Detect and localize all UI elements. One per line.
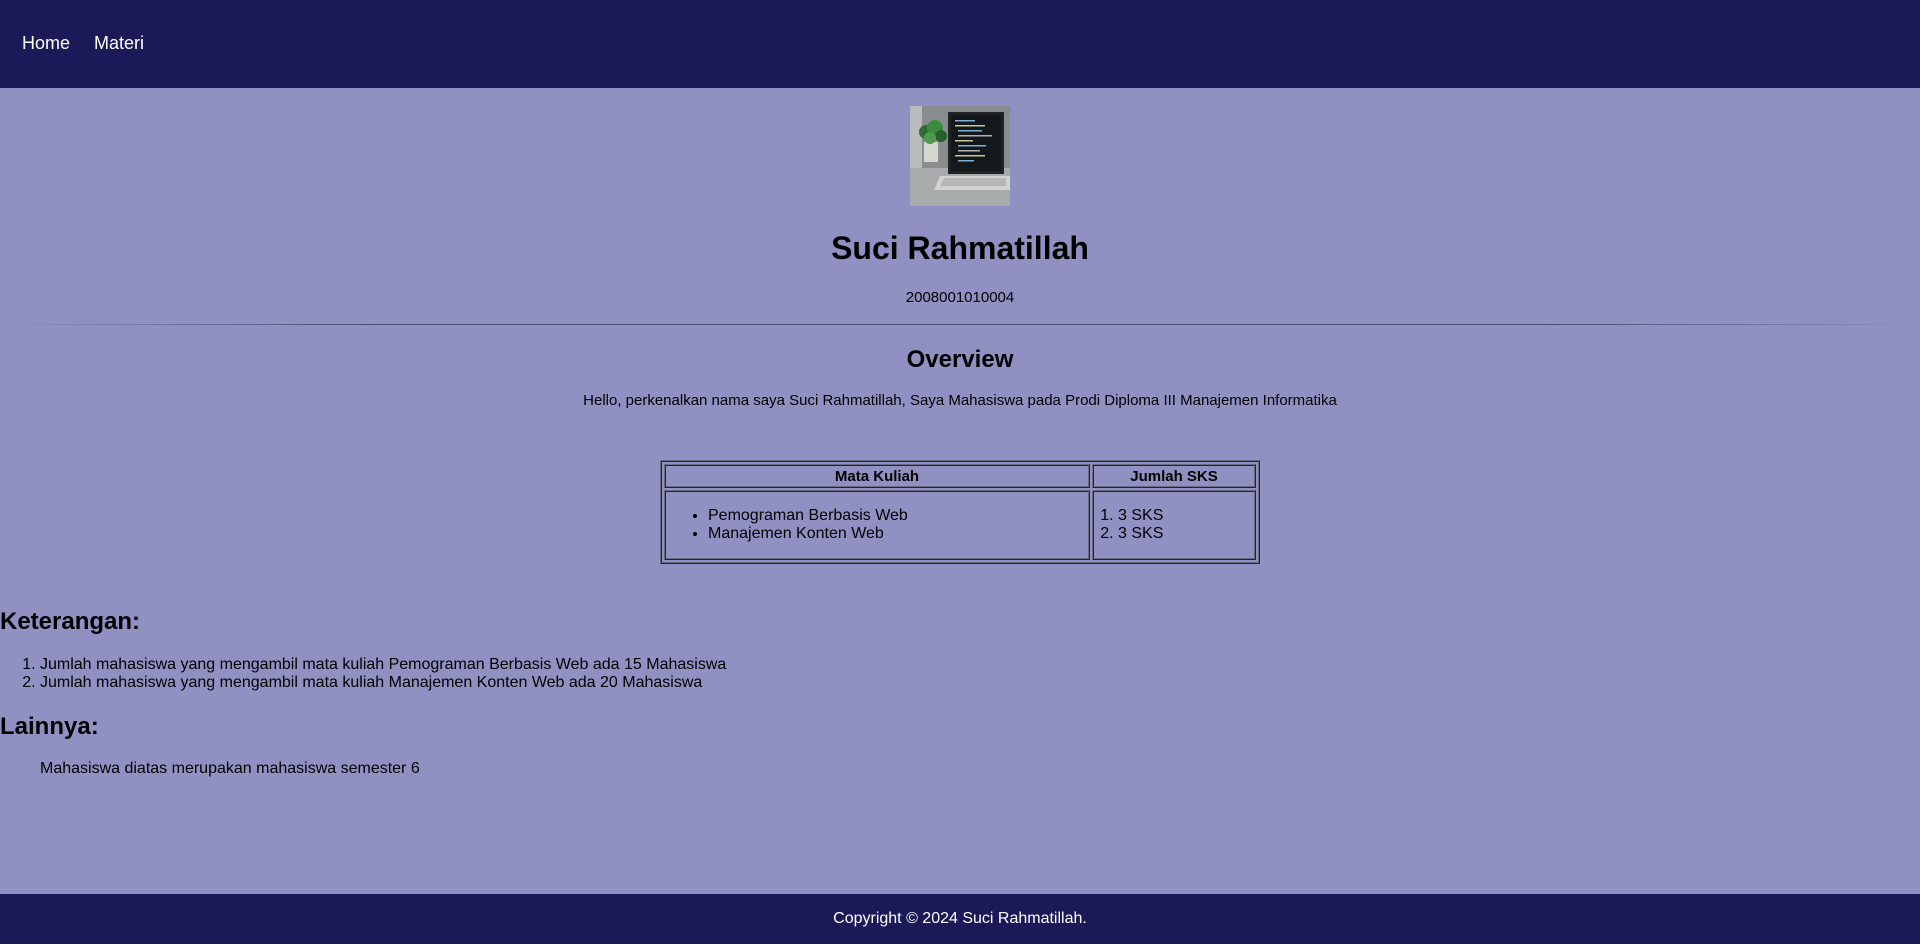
list-item: 3 SKS: [1118, 525, 1252, 543]
list-item: Manajemen Konten Web: [708, 525, 1086, 543]
list-item: Jumlah mahasiswa yang mengambil mata kul…: [40, 656, 726, 674]
page: Home Materi Suci Rahmatillah 20080010100…: [0, 0, 1920, 945]
profile-name: Suci Rahmatillah: [831, 230, 1089, 266]
courses-list: Pemograman Berbasis Web Manajemen Konten…: [668, 507, 1086, 543]
list-item: Jumlah mahasiswa yang mengambil mata kul…: [40, 674, 726, 692]
main-content: Suci Rahmatillah 2008001010004 Overview …: [0, 88, 1920, 894]
overview-title: Overview: [906, 346, 1014, 373]
courses-table: Mata Kuliah Jumlah SKS Pemograman Berbas…: [660, 460, 1260, 564]
nav-link-materi[interactable]: Materi: [94, 33, 144, 53]
laptop-photo-icon: [910, 106, 1010, 206]
profile-nim: 2008001010004: [905, 289, 1015, 306]
sks-list: 3 SKS 3 SKS: [1096, 507, 1252, 543]
navbar: Home Materi: [0, 0, 1920, 88]
table-header-row: Mata Kuliah Jumlah SKS: [664, 464, 1256, 488]
lainnya-text: Mahasiswa diatas merupakan mahasiswa sem…: [40, 760, 420, 777]
header-jumlah-sks: Jumlah SKS: [1092, 464, 1256, 488]
keterangan-title: Keterangan:: [0, 608, 141, 635]
courses-cell: Pemograman Berbasis Web Manajemen Konten…: [664, 490, 1090, 560]
header-mata-kuliah: Mata Kuliah: [664, 464, 1090, 488]
footer: Copyright © 2024 Suci Rahmatillah.: [0, 894, 1920, 944]
nav-link-home[interactable]: Home: [22, 33, 70, 53]
overview-text: Hello, perkenalkan nama saya Suci Rahmat…: [583, 392, 1337, 409]
avatar: [910, 106, 1010, 206]
sks-cell: 3 SKS 3 SKS: [1092, 490, 1256, 560]
copyright-text: Copyright © 2024 Suci Rahmatillah.: [833, 910, 1087, 927]
divider: [0, 324, 1920, 325]
lainnya-title: Lainnya:: [0, 713, 99, 740]
list-item: 3 SKS: [1118, 507, 1252, 525]
keterangan-list: Jumlah mahasiswa yang mengambil mata kul…: [0, 656, 726, 692]
table-row: Pemograman Berbasis Web Manajemen Konten…: [664, 490, 1256, 560]
list-item: Pemograman Berbasis Web: [708, 507, 1086, 525]
